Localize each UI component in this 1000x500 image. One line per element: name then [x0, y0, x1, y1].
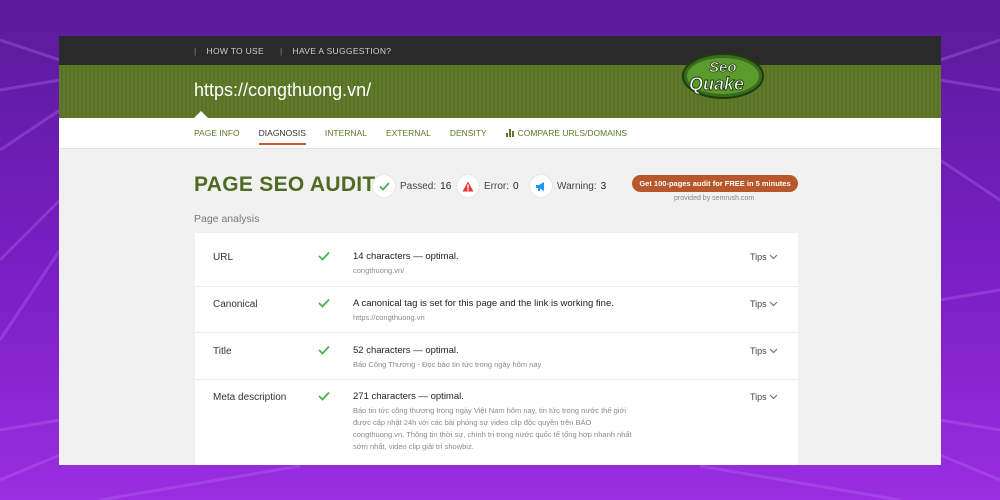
tab-external[interactable]: EXTERNAL — [386, 125, 431, 141]
bar-chart-icon — [505, 129, 514, 137]
page-title: PAGE SEO AUDIT — [194, 173, 376, 196]
table-row-meta-description: Meta description 271 characters — optima… — [195, 380, 798, 465]
check-icon — [318, 251, 330, 261]
tab-bar: PAGE INFO DIAGNOSIS INTERNAL EXTERNAL DE… — [59, 118, 941, 149]
check-icon — [318, 298, 330, 308]
chevron-down-icon — [769, 301, 778, 307]
megaphone-icon — [530, 175, 552, 197]
suggestion-link[interactable]: HAVE A SUGGESTION? — [293, 46, 392, 56]
tips-toggle[interactable]: Tips — [750, 392, 778, 402]
tips-toggle[interactable]: Tips — [750, 346, 778, 356]
tab-diagnosis[interactable]: DIAGNOSIS — [258, 125, 307, 145]
page-analysis-label: Page analysis — [194, 213, 260, 225]
check-icon — [318, 391, 330, 401]
seoquake-logo: Seo Quake — [682, 53, 764, 99]
tab-compare-urls[interactable]: COMPARE URLS/DOMAINS — [505, 125, 627, 141]
table-row-title: Title 52 characters — optimal. Báo Công … — [195, 333, 798, 380]
header-notch — [194, 111, 208, 118]
tab-density[interactable]: DENSITY — [450, 125, 487, 141]
error-stat: Error: 0 — [457, 175, 519, 197]
warning-stat: Warning: 3 — [530, 175, 606, 197]
page-url: https://congthuong.vn/ — [194, 80, 372, 100]
table-row-canonical: Canonical A canonical tag is set for thi… — [195, 287, 798, 333]
check-icon — [318, 345, 330, 355]
table-row-url: URL 14 characters — optimal. congthuong.… — [195, 233, 798, 287]
how-to-use-link[interactable]: HOW TO USE — [207, 46, 264, 56]
tips-toggle[interactable]: Tips — [750, 299, 778, 309]
tab-page-info[interactable]: PAGE INFO — [194, 125, 240, 141]
seoquake-window: | HOW TO USE | HAVE A SUGGESTION? https:… — [59, 36, 941, 465]
logo-text-quake: Quake — [689, 74, 744, 94]
chevron-down-icon — [769, 348, 778, 354]
analysis-panel: URL 14 characters — optimal. congthuong.… — [195, 233, 798, 465]
check-icon — [373, 175, 395, 197]
chevron-down-icon — [769, 254, 778, 260]
free-audit-button[interactable]: Get 100-pages audit for FREE in 5 minute… — [632, 175, 798, 192]
page-header: https://congthuong.vn/ Seo Quake — [59, 53, 941, 118]
tips-toggle[interactable]: Tips — [750, 252, 778, 262]
diagnosis-content: PAGE SEO AUDIT Passed: 16 Error: 0 Warni… — [59, 149, 941, 465]
tab-internal[interactable]: INTERNAL — [325, 125, 367, 141]
provided-by-label: provided by semrush.com — [674, 195, 755, 202]
passed-stat: Passed: 16 — [373, 175, 451, 197]
chevron-down-icon — [769, 394, 778, 400]
error-triangle-icon — [457, 175, 479, 197]
top-bar: | HOW TO USE | HAVE A SUGGESTION? — [59, 36, 941, 65]
